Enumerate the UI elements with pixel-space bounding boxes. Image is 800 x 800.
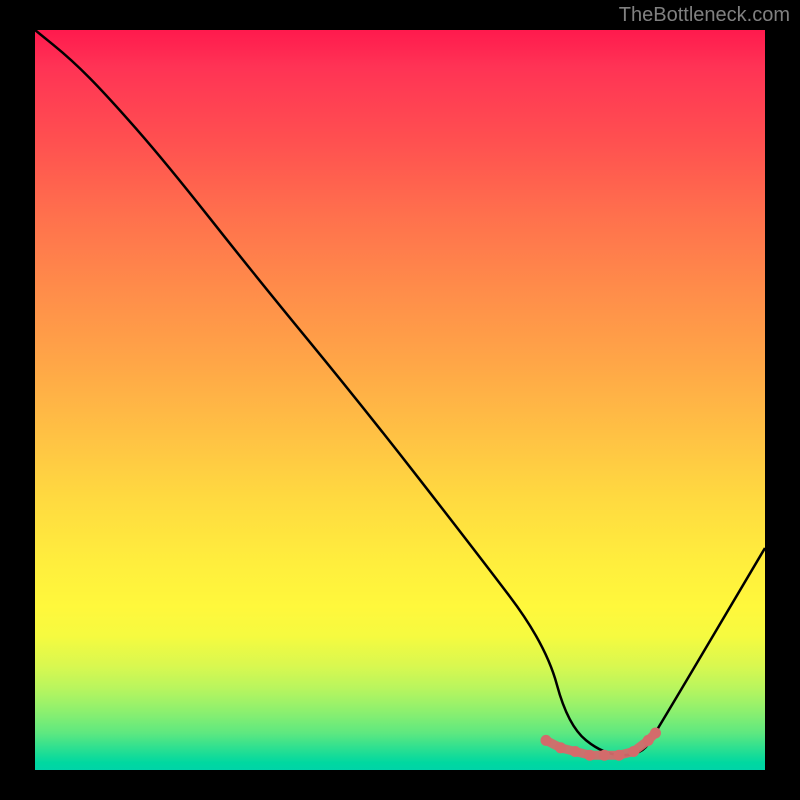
highlight-dot	[555, 742, 566, 753]
plot-area	[35, 30, 765, 770]
curve-group	[35, 30, 765, 755]
watermark-text: TheBottleneck.com	[619, 4, 790, 27]
highlight-dot	[584, 750, 595, 761]
chart-svg	[35, 30, 765, 770]
highlight-dot	[570, 746, 581, 757]
bottleneck-curve-path	[35, 30, 765, 755]
highlight-dot	[614, 750, 625, 761]
chart-container: TheBottleneck.com	[0, 0, 800, 800]
highlight-dot	[650, 728, 661, 739]
highlight-dot	[599, 750, 610, 761]
highlight-dot	[541, 735, 552, 746]
highlight-dot	[628, 746, 639, 757]
marker-group	[541, 728, 662, 761]
